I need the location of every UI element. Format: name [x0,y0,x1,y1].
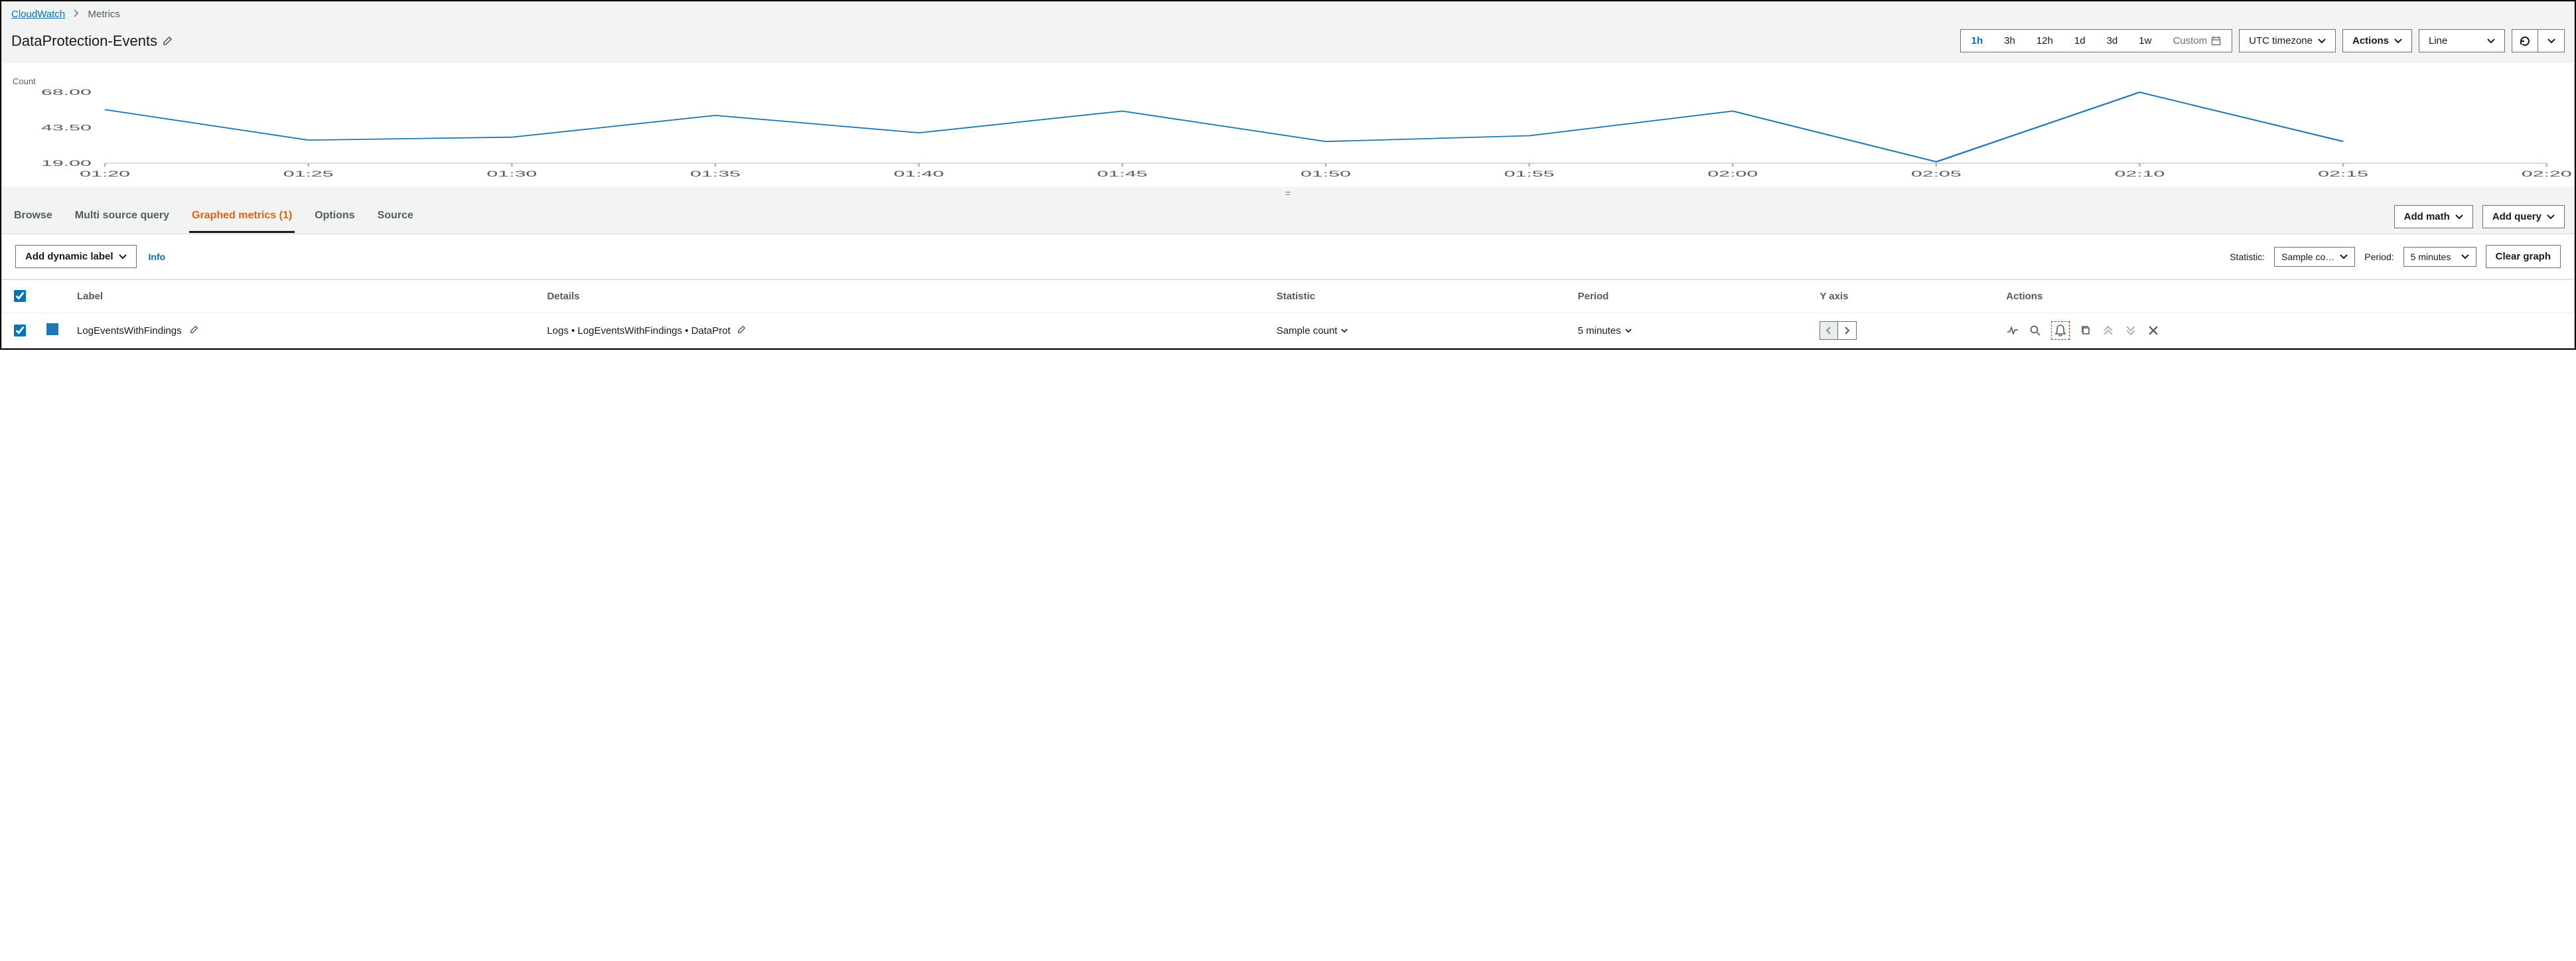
breadcrumb-current: Metrics [88,9,120,20]
svg-text:01:45: 01:45 [1097,169,1147,179]
col-label: Label [68,280,537,313]
clear-graph-button[interactable]: Clear graph [2486,245,2561,268]
copy-icon[interactable] [2079,324,2092,337]
yaxis-left-icon[interactable] [1820,321,1838,340]
statistic-label: Statistic: [2230,252,2265,262]
row-statistic-select[interactable]: Sample count [1277,325,1348,336]
caret-down-icon [2318,38,2326,44]
time-range-1h[interactable]: 1h [1961,30,1994,52]
refresh-menu-button[interactable] [2538,29,2565,52]
svg-text:02:05: 02:05 [1911,169,1962,179]
yaxis-right-icon[interactable] [1838,321,1857,340]
chevron-right-icon [73,9,80,17]
refresh-button[interactable] [2512,29,2538,52]
tab-multi-source-query[interactable]: Multi source query [72,200,172,233]
svg-text:43.50: 43.50 [41,123,92,133]
svg-text:01:50: 01:50 [1301,169,1351,179]
svg-text:19.00: 19.00 [41,159,92,168]
select-all-checkbox[interactable] [14,290,26,302]
tab-source[interactable]: Source [375,200,416,233]
time-range-3h[interactable]: 3h [1993,30,2026,52]
col-statistic: Statistic [1267,280,1569,313]
chart-ylabel: Count [13,76,2563,86]
svg-text:01:30: 01:30 [486,169,537,179]
breadcrumb-root[interactable]: CloudWatch [11,9,65,20]
resize-handle[interactable]: = [2,186,2574,200]
add-math-button[interactable]: Add math [2394,205,2473,228]
chart: Count 19.00 43.50 68.00 01:20 01:25 01:30 01:3… [2,63,2574,186]
table-row: LogEventsWithFindings Logs • LogEventsWi… [2,313,2574,348]
col-details: Details [537,280,1267,313]
period-select[interactable]: 5 minutes [2403,247,2476,267]
timezone-select[interactable]: UTC timezone [2239,29,2336,52]
row-period-select[interactable]: 5 minutes [1578,325,1632,336]
svg-text:02:15: 02:15 [2318,169,2368,179]
add-dynamic-label-button[interactable]: Add dynamic label [15,245,137,268]
caret-down-icon [119,254,127,259]
tab-options[interactable]: Options [312,200,357,233]
time-range-custom[interactable]: Custom [2162,30,2232,52]
tab-browse[interactable]: Browse [11,200,55,233]
time-range-1w[interactable]: 1w [2128,30,2162,52]
svg-text:01:25: 01:25 [283,169,334,179]
caret-down-icon [2487,38,2495,44]
metric-label: LogEventsWithFindings [77,325,182,336]
time-range-selector: 1h3h12h1d3d1wCustom [1960,29,2232,52]
add-query-button[interactable]: Add query [2482,205,2565,228]
visualization-type-select[interactable]: Line [2419,29,2505,52]
svg-text:01:35: 01:35 [690,169,741,179]
edit-icon[interactable] [163,33,173,50]
caret-down-icon [2340,254,2348,259]
svg-text:68.00: 68.00 [41,88,92,97]
svg-text:01:20: 01:20 [80,169,130,179]
svg-text:02:00: 02:00 [1707,169,1758,179]
caret-down-icon [2461,254,2469,259]
col-period: Period [1569,280,1811,313]
info-link[interactable]: Info [149,252,166,262]
metrics-table: Label Details Statistic Period Y axis Ac… [2,279,2574,348]
row-checkbox[interactable] [14,325,26,336]
metric-details[interactable]: Logs • LogEventsWithFindings • DataProt [547,325,730,336]
actions-menu[interactable]: Actions [2342,29,2412,52]
color-swatch[interactable] [46,323,58,335]
move-down-icon[interactable] [2124,324,2137,337]
anomaly-icon[interactable] [2006,324,2019,337]
svg-text:01:40: 01:40 [894,169,944,179]
move-up-icon[interactable] [2102,324,2115,337]
edit-icon[interactable] [190,325,199,336]
bell-icon[interactable] [2054,324,2067,337]
time-range-3d[interactable]: 3d [2096,30,2129,52]
caret-down-icon [2547,214,2555,220]
search-icon[interactable] [2029,324,2042,337]
statistic-select[interactable]: Sample co… [2274,247,2355,267]
time-range-12h[interactable]: 12h [2026,30,2064,52]
yaxis-toggle[interactable] [1820,321,1857,340]
caret-down-icon [2455,214,2463,220]
col-yaxis: Y axis [1810,280,1997,313]
svg-text:01:55: 01:55 [1504,169,1555,179]
svg-text:02:20: 02:20 [2522,169,2572,179]
time-range-1d[interactable]: 1d [2064,30,2096,52]
svg-text:02:10: 02:10 [2114,169,2165,179]
col-actions: Actions [1997,280,2574,313]
period-label: Period: [2364,252,2394,262]
breadcrumb: CloudWatch Metrics [2,2,2574,23]
close-icon[interactable] [2147,324,2160,337]
tab-graphed-metrics[interactable]: Graphed metrics (1) [189,200,295,233]
calendar-icon [2211,36,2221,46]
edit-icon[interactable] [737,325,747,336]
page-title: DataProtection-Events [11,33,173,50]
caret-down-icon [2394,38,2402,44]
create-alarm-highlight [2051,321,2070,340]
